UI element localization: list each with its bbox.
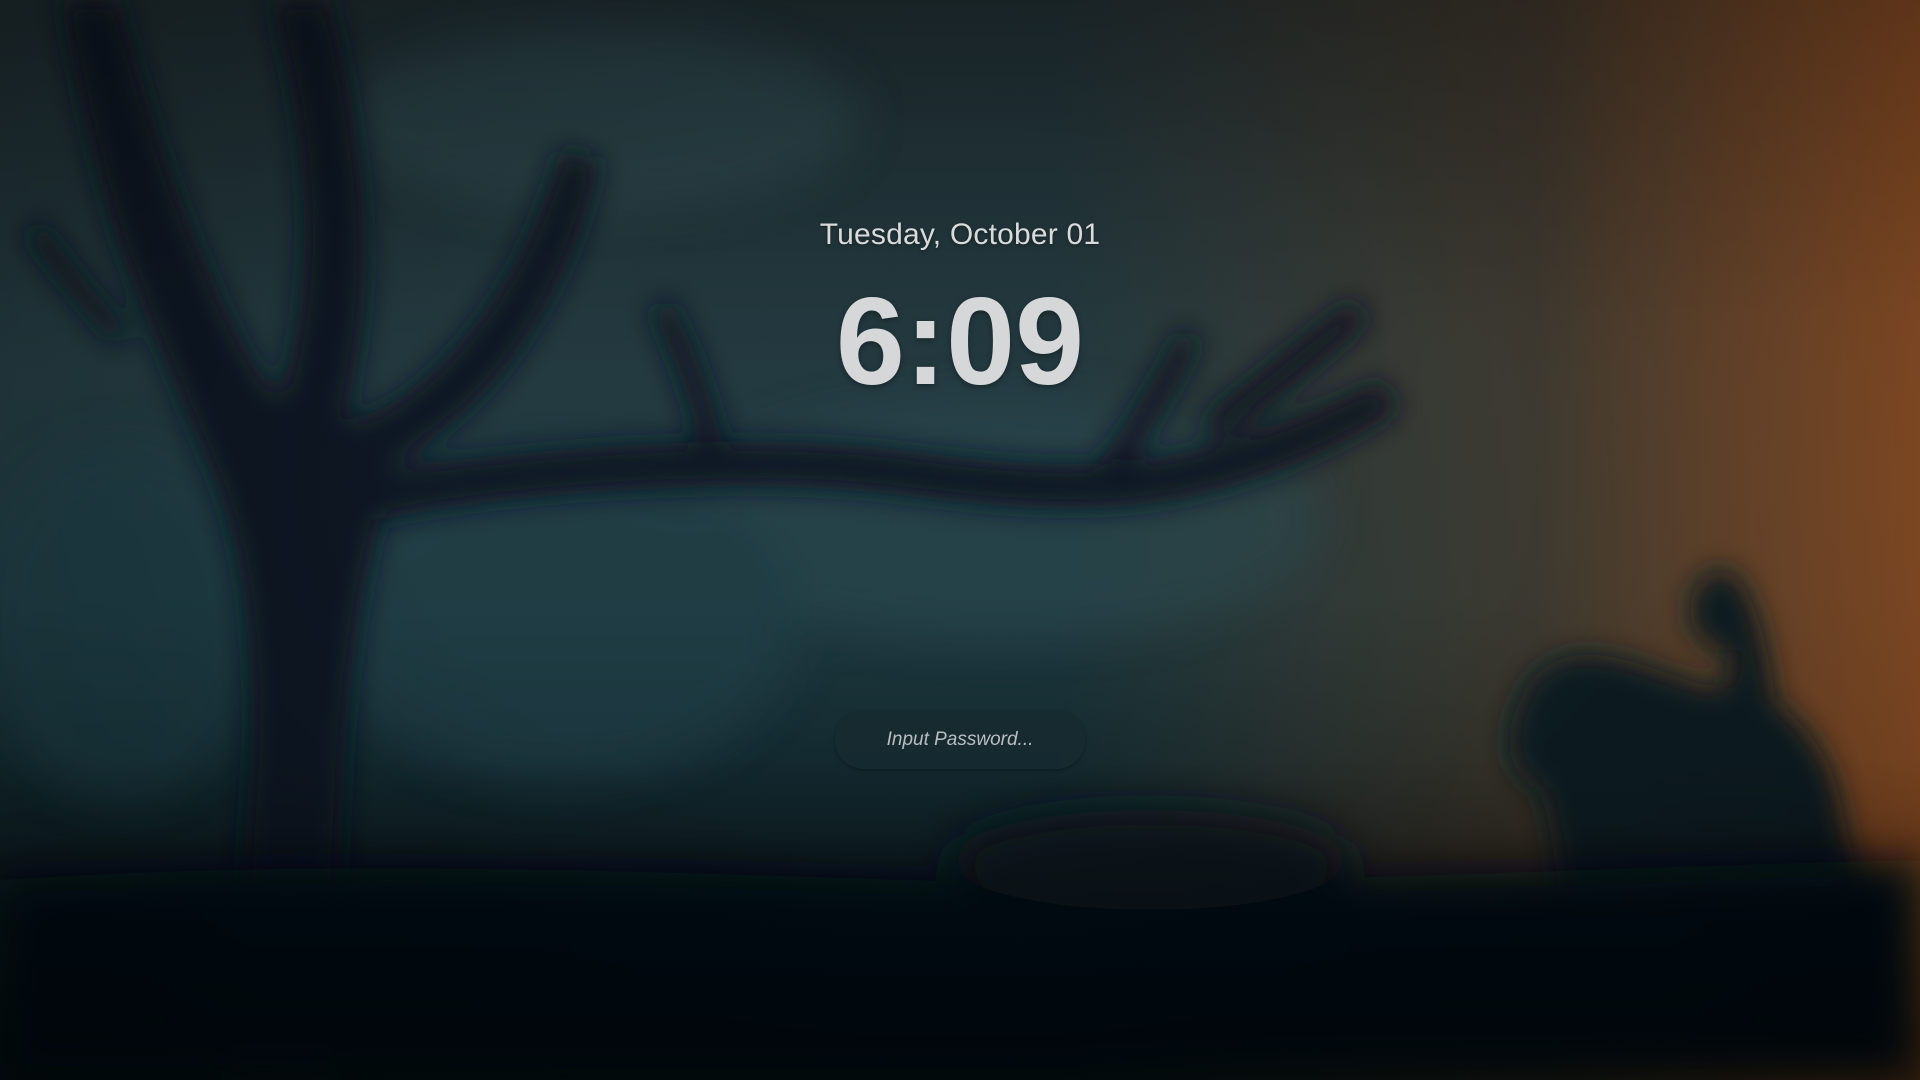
password-input[interactable]	[835, 711, 1085, 769]
wallpaper-vignette	[0, 0, 1920, 1080]
wallpaper-background	[0, 0, 1920, 1080]
lock-screen: Tuesday, October 01 6:09	[0, 0, 1920, 1080]
lock-clock: 6:09	[835, 273, 1085, 411]
password-field-container[interactable]	[835, 711, 1085, 769]
lock-date: Tuesday, October 01	[819, 218, 1101, 251]
